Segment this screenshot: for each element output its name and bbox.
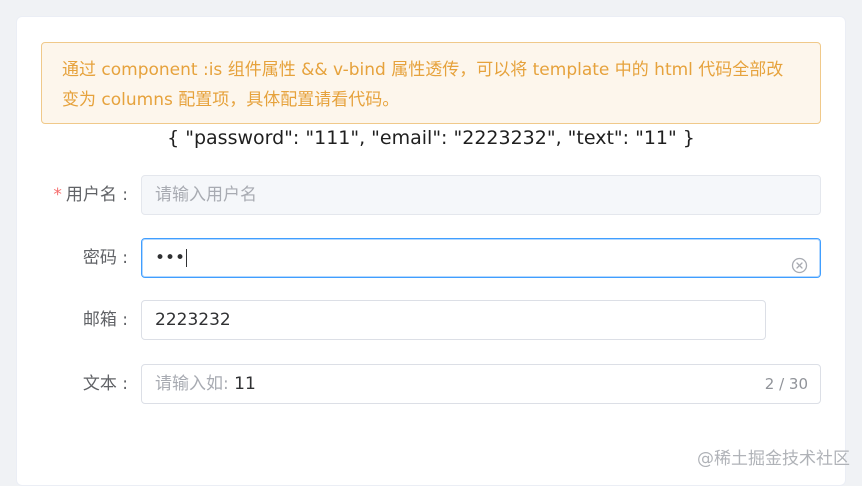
- text-caret: [186, 249, 187, 267]
- email-input[interactable]: 2223232: [141, 300, 766, 340]
- username-label: *用户名 :: [40, 175, 128, 215]
- warning-alert: 通过 component :is 组件属性 && v-bind 属性透传，可以将…: [41, 42, 821, 124]
- password-input[interactable]: •••: [141, 238, 821, 278]
- email-label: 邮箱 :: [40, 300, 128, 340]
- model-json-output: { "password": "111", "email": "2223232",…: [0, 124, 862, 152]
- email-value: 2223232: [155, 310, 231, 330]
- watermark: @稀土掘金技术社区: [697, 444, 850, 469]
- username-placeholder: 请输入用户名: [155, 185, 257, 205]
- password-masked-value: •••: [155, 248, 185, 268]
- alert-text: 通过 component :is 组件属性 && v-bind 属性透传，可以将…: [62, 60, 783, 110]
- required-mark: *: [53, 185, 62, 205]
- username-input[interactable]: 请输入用户名: [141, 175, 821, 215]
- circle-close-icon[interactable]: [791, 250, 808, 267]
- character-counter: 2 / 30: [765, 365, 808, 403]
- password-label: 密码 :: [40, 238, 128, 278]
- text-input[interactable]: 请输入如: 11 2 / 30: [141, 364, 821, 404]
- text-label: 文本 :: [40, 364, 128, 404]
- text-prefix: 请输入如:: [155, 374, 229, 394]
- text-value: 11: [234, 374, 256, 394]
